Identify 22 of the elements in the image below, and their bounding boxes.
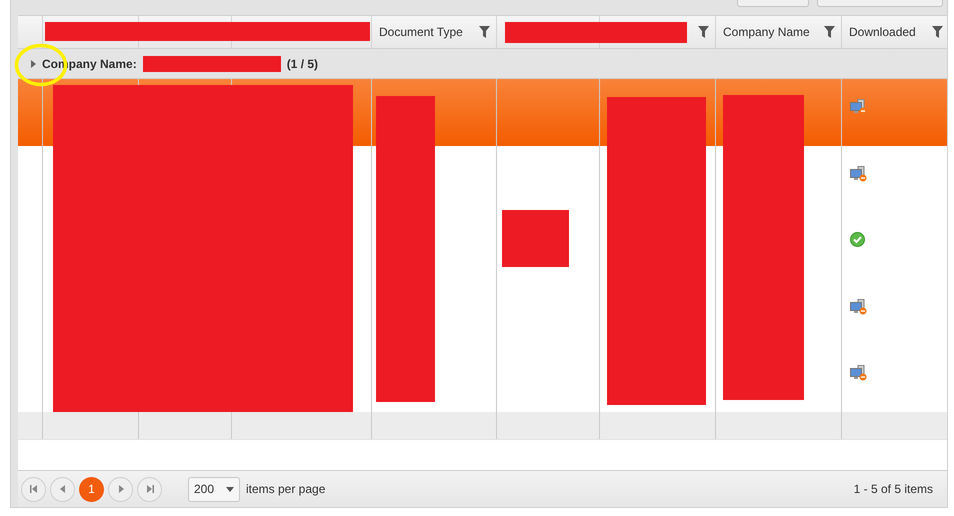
first-page-button[interactable] <box>21 476 46 502</box>
first-page-icon <box>30 485 38 494</box>
previous-page-icon <box>60 485 66 494</box>
expand-arrow-icon[interactable] <box>30 60 36 68</box>
filter-icon[interactable] <box>698 26 709 38</box>
filter-icon[interactable] <box>824 26 835 38</box>
column-header[interactable]: Downloaded <box>849 24 928 39</box>
next-page-icon <box>118 485 124 494</box>
caret-icon <box>226 486 234 492</box>
previous-page-button[interactable] <box>50 476 75 502</box>
filter-icon[interactable] <box>932 26 943 38</box>
column-header[interactable]: Document Type <box>379 24 475 39</box>
last-page-button[interactable] <box>137 476 162 502</box>
column-header[interactable]: Company Name <box>723 24 820 39</box>
page-size-label: items per page <box>246 482 326 496</box>
page-size-dropdown[interactable]: 200 <box>188 476 240 502</box>
next-page-button[interactable] <box>108 476 133 502</box>
pager-summary: 1 - 5 of 5 items <box>854 482 933 496</box>
redaction-overlay <box>502 210 569 267</box>
filter-icon[interactable] <box>479 26 490 38</box>
group-count: (1 / 5) <box>286 56 318 70</box>
last-page-icon <box>146 485 154 494</box>
